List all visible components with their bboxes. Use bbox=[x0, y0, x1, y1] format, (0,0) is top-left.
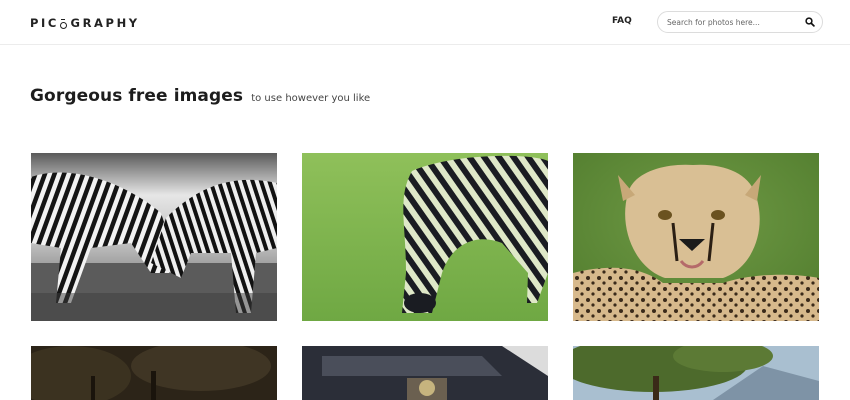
logo-text-start: PIC bbox=[30, 16, 59, 30]
logo-text-end: GRAPHY bbox=[70, 16, 140, 30]
logo-mark-icon bbox=[59, 18, 68, 30]
site-logo[interactable]: PIC GRAPHY bbox=[30, 14, 140, 30]
photo-card-architecture[interactable] bbox=[302, 346, 548, 400]
photo-card-zebra-grazing[interactable] bbox=[302, 153, 548, 321]
search-box bbox=[657, 11, 823, 33]
hero-heading: Gorgeous free images to use however you … bbox=[30, 86, 370, 106]
architecture-image bbox=[302, 346, 548, 400]
tree-mountains-image bbox=[573, 346, 819, 400]
site-header: PIC GRAPHY FAQ bbox=[0, 0, 850, 45]
zebra-grazing-image bbox=[302, 153, 548, 321]
cheetah-cub-image bbox=[573, 153, 819, 321]
nav-faq-link[interactable]: FAQ bbox=[612, 16, 632, 26]
zebras-fighting-image bbox=[31, 153, 277, 321]
photo-card-tree-mountains[interactable] bbox=[573, 346, 819, 400]
search-input[interactable] bbox=[667, 12, 797, 32]
search-icon[interactable] bbox=[805, 17, 815, 27]
hero-title: Gorgeous free images bbox=[30, 86, 244, 106]
photo-card-zebras-fighting[interactable] bbox=[31, 153, 277, 321]
photo-card-forest[interactable] bbox=[31, 346, 277, 400]
photo-card-cheetah-cub[interactable] bbox=[573, 153, 819, 321]
hero-subtitle: to use however you like bbox=[251, 93, 371, 104]
forest-image bbox=[31, 346, 277, 400]
